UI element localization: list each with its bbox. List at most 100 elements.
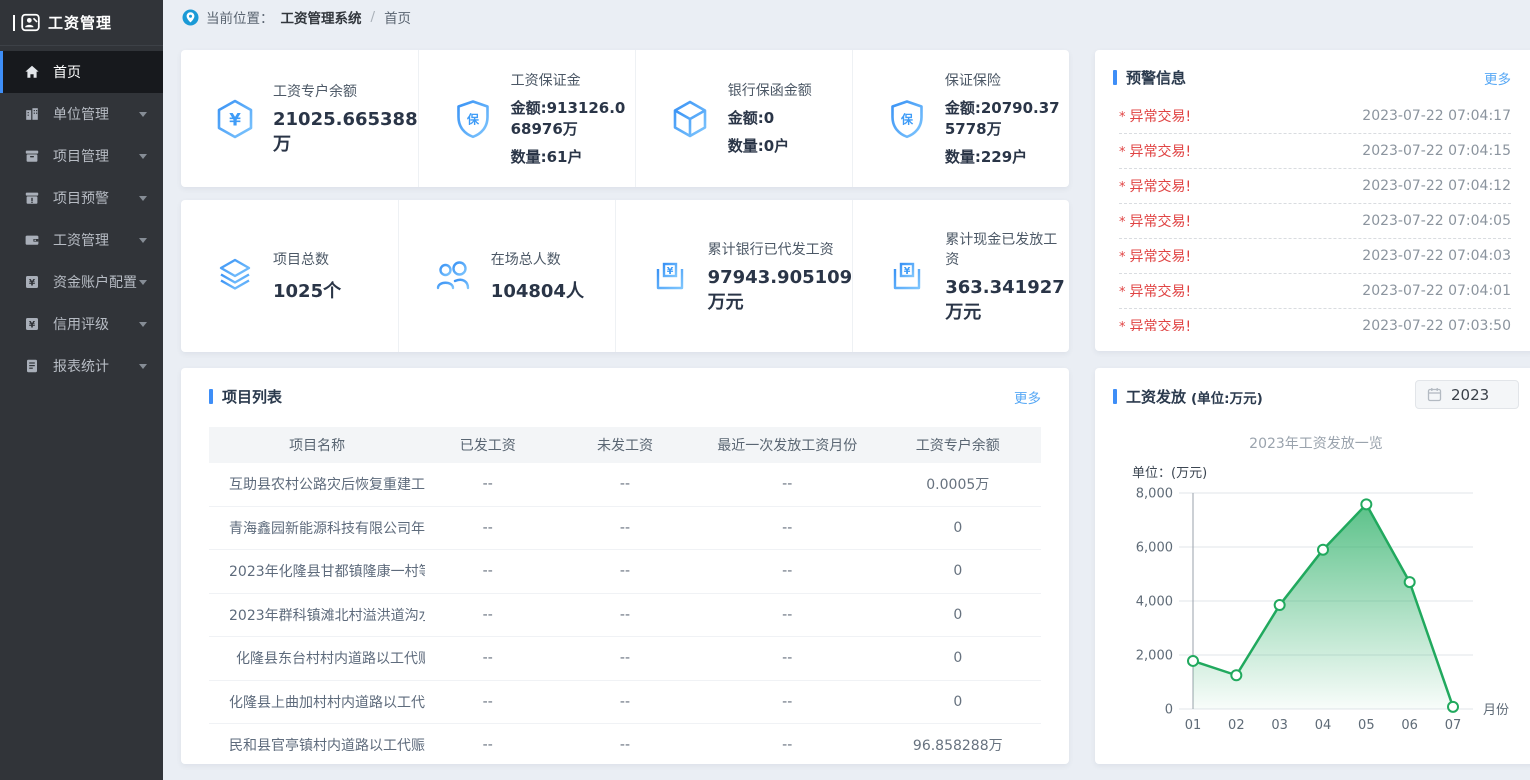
cell-unpaid: -- [550,520,700,536]
svg-text:03: 03 [1271,718,1288,733]
app-title: 工资管理 [48,12,112,33]
alert-text: *异常交易! [1119,141,1191,161]
breadcrumb-root[interactable]: 工资管理系统 [281,7,362,27]
stat-count: 数量:229户 [945,147,1069,168]
alert-bullet: * [1119,250,1126,265]
alert-item[interactable]: *异常交易! 2023-07-22 07:04:17 [1119,99,1511,134]
alert-time: 2023-07-22 07:03:50 [1362,318,1511,331]
cell-balance: 0 [875,694,1041,710]
table-row[interactable]: 化隆县上曲加村村内道路以工代赈项目 -- -- -- 0 [209,681,1041,725]
cell-balance: 0.0005万 [875,474,1041,494]
sidebar-item-label: 报表统计 [53,356,109,376]
stat-title: 项目总数 [273,249,341,269]
alert-item[interactable]: *异常交易! 2023-07-22 07:04:12 [1119,169,1511,204]
stat-card-bank-paid-salary: ¥ 累计银行已代发工资 97943.905109万元 [615,200,853,352]
chevron-down-icon [139,196,147,201]
cell-month: -- [700,694,875,710]
alert-item[interactable]: *异常交易! 2023-07-22 07:04:01 [1119,274,1511,309]
svg-text:月份: 月份 [1483,703,1509,718]
sidebar-item-home[interactable]: 首页 [0,51,163,93]
svg-text:¥: ¥ [229,110,241,130]
cell-unpaid: -- [550,563,700,579]
alert-item[interactable]: *异常交易! 2023-07-22 07:04:15 [1119,134,1511,169]
sidebar-item-unit-mgmt[interactable]: 单位管理 [0,93,163,135]
payroll-chart-card: 工资发放 (单位:万元) 2023 2023年工资发放一览 单位：(万元) 02… [1095,368,1530,764]
chevron-down-icon [139,322,147,327]
alert-item[interactable]: *异常交易! 2023-07-22 07:03:50 [1119,309,1511,331]
table-row[interactable]: 2023年化隆县甘都镇隆康一村等6村... -- -- -- 0 [209,550,1041,594]
project-table-header: 项目名称 已发工资 未发工资 最近一次发放工资月份 工资专户余额 [209,427,1041,463]
stat-value: 97943.905109万元 [708,267,853,314]
table-row[interactable]: 青海鑫园新能源科技有限公司年产3... -- -- -- 0 [209,507,1041,551]
cell-project-name: 2023年群科镇滩北村溢洪道沟水毁... [209,605,425,625]
sidebar-item-credit-rating[interactable]: ¥ 信用评级 [0,303,163,345]
stat-amount: 金额:0 [728,108,812,129]
col-header-month: 最近一次发放工资月份 [700,435,875,455]
alert-text: *异常交易! [1119,211,1191,231]
alerts-more-link[interactable]: 更多 [1484,68,1511,88]
stat-title: 工资专户余额 [273,81,418,101]
wallet-icon [24,232,40,248]
stat-title: 在场总人数 [491,249,584,269]
cell-project-name: 化隆县上曲加村村内道路以工代赈项目 [209,692,425,712]
yuan-box-icon: ¥ [24,316,40,332]
svg-text:¥: ¥ [904,266,911,277]
archive-warning-icon [24,190,40,206]
cell-month: -- [700,563,875,579]
sidebar-item-report-stats[interactable]: 报表统计 [0,345,163,387]
table-row[interactable]: 民和县官亭镇村内道路以工代赈工程 -- -- -- 96.858288万 [209,724,1041,751]
stat-count: 数量:61户 [511,147,635,168]
sidebar-item-funds-account[interactable]: ¥ 资金账户配置 [0,261,163,303]
alert-item[interactable]: *异常交易! 2023-07-22 07:04:03 [1119,239,1511,274]
stat-amount: 金额:913126.068976万 [511,98,635,140]
cell-balance: 0 [875,650,1041,666]
sidebar-item-project-mgmt[interactable]: 项目管理 [0,135,163,177]
table-row[interactable]: 互助县农村公路灾后恢复重建工程-2... -- -- -- 0.0005万 [209,463,1041,507]
stat-count: 数量:0户 [728,136,812,157]
cell-paid: -- [425,563,550,579]
app-logo: 工资管理 [0,0,163,46]
layers-icon [214,255,256,297]
cell-balance: 96.858288万 [875,735,1041,751]
location-pin-icon [182,9,199,26]
cell-paid: -- [425,650,550,666]
cell-month: -- [700,607,875,623]
banknote-box-icon: ¥ [649,255,691,297]
project-list-more-link[interactable]: 更多 [1014,387,1041,407]
stat-title: 保证保险 [945,70,1069,90]
cell-unpaid: -- [550,476,700,492]
cell-balance: 0 [875,607,1041,623]
sidebar-item-salary-mgmt[interactable]: 工资管理 [0,219,163,261]
year-picker[interactable]: 2023 [1415,380,1519,409]
organization-icon [24,106,40,122]
table-row[interactable]: 化隆县东台村村内道路以工代赈项目 -- -- -- 0 [209,637,1041,681]
archive-box-icon [24,148,40,164]
year-value: 2023 [1451,386,1489,404]
svg-text:0: 0 [1165,703,1173,718]
project-list-title: 项目列表 [209,386,282,407]
cell-balance: 0 [875,520,1041,536]
logo-divider [13,15,15,31]
col-header-balance: 工资专户余额 [875,435,1041,455]
col-header-name: 项目名称 [209,435,425,455]
svg-text:2,000: 2,000 [1136,649,1173,664]
svg-text:¥: ¥ [666,266,673,277]
sidebar-item-label: 首页 [53,62,81,82]
alerts-list: *异常交易! 2023-07-22 07:04:17 *异常交易! 2023-0… [1113,99,1511,331]
alert-bullet: * [1119,180,1126,195]
alert-text: *异常交易! [1119,281,1191,301]
cell-project-name: 化隆县东台村村内道路以工代赈项目 [209,648,425,668]
sidebar-item-project-warning[interactable]: 项目预警 [0,177,163,219]
alert-time: 2023-07-22 07:04:12 [1362,178,1511,194]
stat-card-salary-balance: ¥ 工资专户余额 21025.665388万 [181,50,418,187]
people-group-icon [432,255,474,297]
sidebar-item-label: 资金账户配置 [53,272,137,292]
svg-text:4,000: 4,000 [1136,595,1173,610]
alert-bullet: * [1119,320,1126,331]
stat-card-guarantee-insurance: 保 保证保险 金额:20790.375778万 数量:229户 [852,50,1069,187]
alert-text: *异常交易! [1119,176,1191,196]
stat-card-cash-paid-salary: ¥ 累计现金已发放工资 363.341927万元 [852,200,1069,352]
alert-item[interactable]: *异常交易! 2023-07-22 07:04:05 [1119,204,1511,239]
table-row[interactable]: 2023年群科镇滩北村溢洪道沟水毁... -- -- -- 0 [209,594,1041,638]
chart-area: 02,0004,0006,0008,00001020304050607月份 [1129,483,1519,739]
